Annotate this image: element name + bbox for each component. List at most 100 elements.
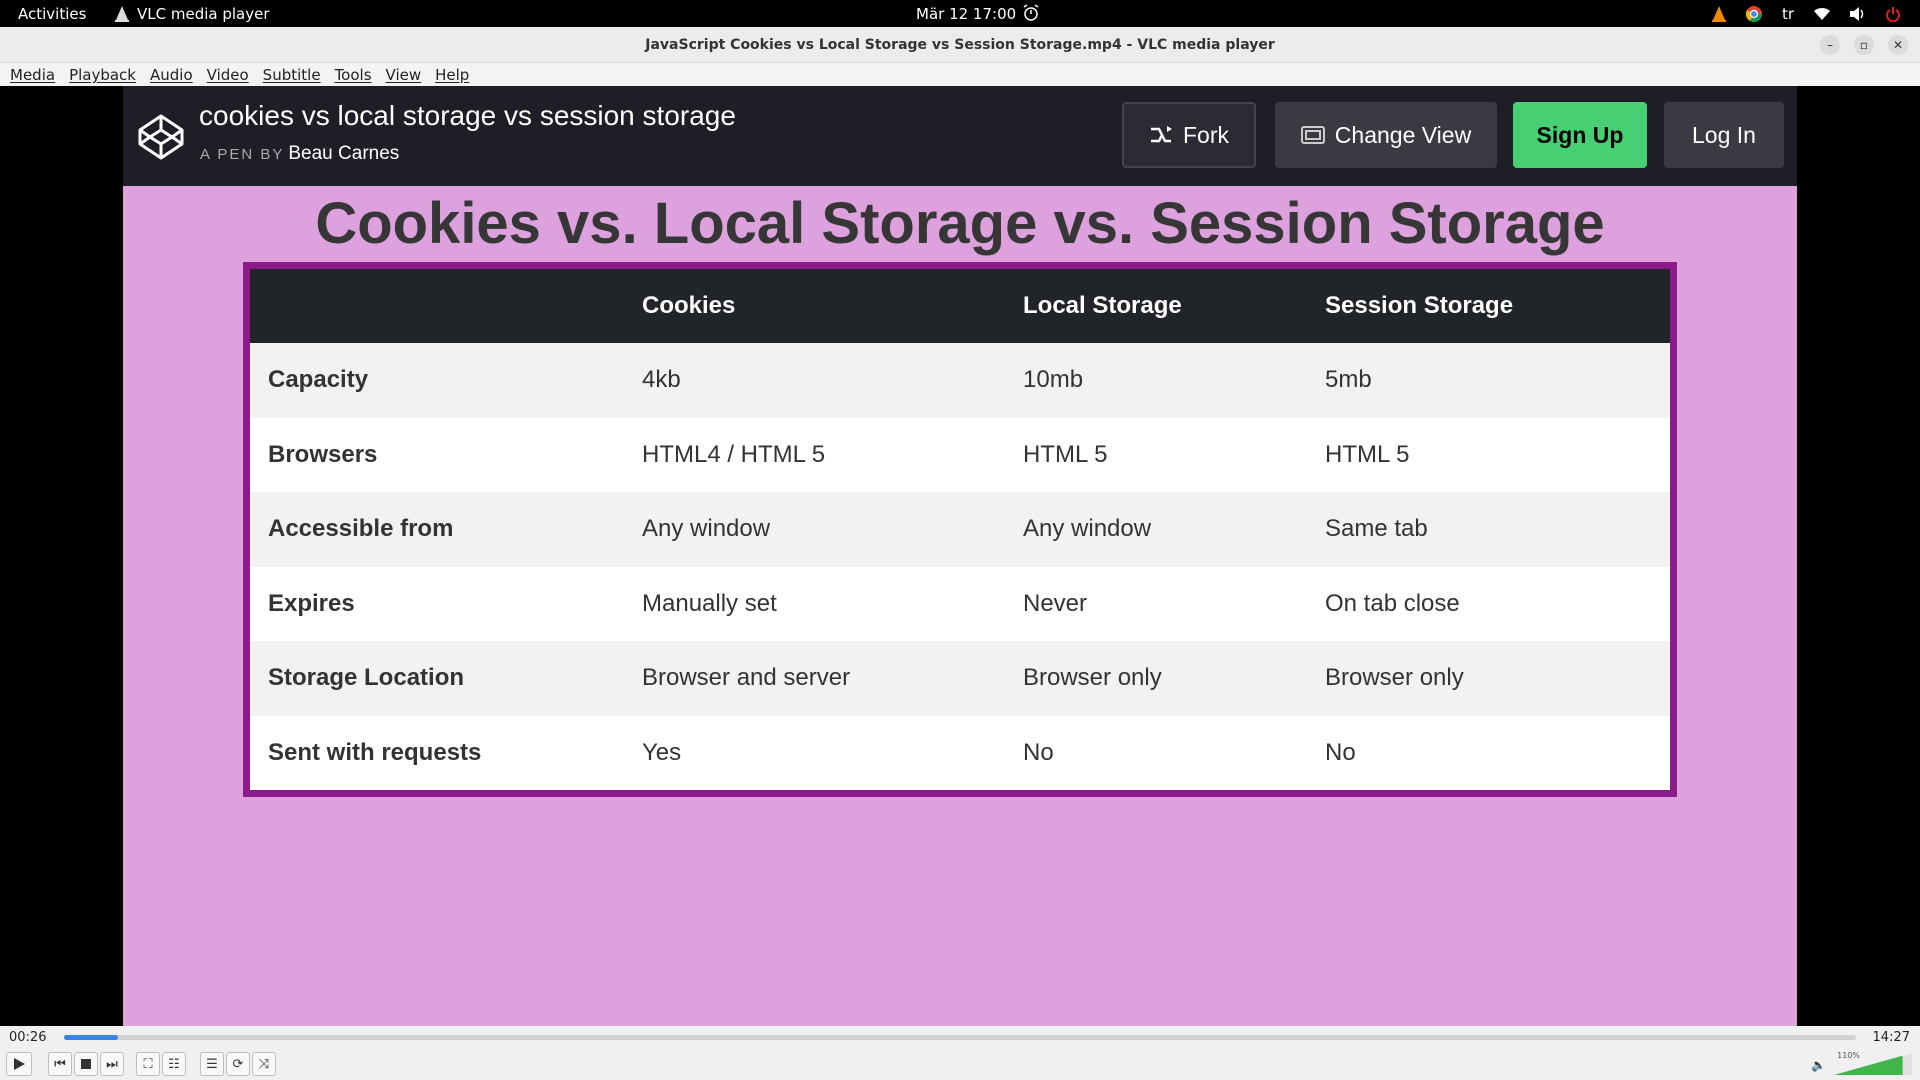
video-frame: cookies vs local storage vs session stor… [123,86,1797,1026]
menu-media[interactable]: Media [10,66,55,84]
by-label: A PEN BY [200,146,285,163]
fullscreen-button[interactable]: ⛶ [136,1052,160,1076]
change-view-icon [1300,126,1325,144]
video-area[interactable]: cookies vs local storage vs session stor… [0,86,1920,1026]
menu-subtitle[interactable]: Subtitle [263,66,321,84]
fork-button: Fork [1122,102,1256,168]
system-tray: tr [1711,3,1900,24]
table-cell: Manually set [642,589,777,617]
loop-icon: ⟳ [232,1056,244,1072]
table-row: Storage Location Browser and server Brow… [250,641,1670,716]
seek-progress [64,1035,118,1040]
keyboard-layout-indicator[interactable]: tr [1782,5,1794,23]
play-button[interactable] [6,1052,32,1076]
row-label: Browsers [268,440,378,468]
pen-author: Beau Carnes [288,143,400,164]
volume-slider[interactable] [1834,1053,1912,1075]
previous-button[interactable]: ⏮ [48,1052,72,1076]
table-cell: Never [1023,589,1088,617]
table-row: Browsers HTML4 / HTML 5 HTML 5 HTML 5 [250,417,1670,492]
row-label: Expires [268,589,355,617]
menu-video[interactable]: Video [207,66,249,84]
table-cell: Browser only [1325,664,1464,692]
table-header-cell: Local Storage [1023,292,1182,319]
table-cell: Yes [642,738,682,766]
window-controls: – ▫ ✕ [1820,35,1908,55]
seek-slider[interactable] [64,1035,1856,1040]
next-icon: ⏭ [106,1056,118,1072]
seek-bar-row: 00:26 14:27 [0,1026,1920,1048]
loop-button[interactable]: ⟳ [226,1052,250,1076]
close-icon[interactable]: ✕ [1888,35,1908,55]
window-title-bar: JavaScript Cookies vs Local Storage vs S… [0,27,1920,63]
playback-controls: ⏮ ⏭ ⛶ ☷ ☰ ⟳ ⤨ 🔈 110% [0,1048,1920,1080]
row-label: Storage Location [268,664,465,692]
row-label: Capacity [268,366,369,394]
table-cell: Browser only [1023,664,1162,692]
playlist-icon: ☰ [206,1056,218,1072]
next-button[interactable]: ⏭ [100,1052,124,1076]
playlist-button[interactable]: ☰ [200,1052,224,1076]
table-row: Sent with requests Yes No No [250,715,1670,790]
fork-label: Fork [1183,121,1229,148]
comparison-table: Cookies Local Storage Session Storage Ca… [243,262,1677,797]
table-cell: 5mb [1325,366,1372,394]
table-cell: HTML 5 [1325,440,1410,468]
shuffle-button[interactable]: ⤨ [252,1052,276,1076]
row-label: Sent with requests [268,738,482,766]
menu-audio[interactable]: Audio [150,66,193,84]
current-time[interactable]: 00:26 [9,1030,46,1045]
menu-playback[interactable]: Playback [69,66,136,84]
app-name: VLC media player [137,5,270,23]
maximize-icon[interactable]: ▫ [1854,35,1874,55]
table-cell: No [1325,738,1356,766]
table-row: Capacity 4kb 10mb 5mb [250,343,1670,418]
table-cell: Same tab [1325,515,1428,543]
stop-button[interactable] [74,1052,98,1076]
table-cell: No [1023,738,1054,766]
table-cell: Any window [1023,515,1152,543]
vlc-cone-icon [115,6,129,22]
play-icon [14,1058,25,1070]
change-view-button: Change View [1275,102,1497,168]
table-header-cell [250,269,624,343]
volume-icon[interactable] [1850,6,1866,21]
equalizer-icon: ☷ [168,1056,180,1072]
slide-heading: Cookies vs. Local Storage vs. Session St… [315,191,1605,256]
app-menu[interactable]: VLC media player [115,5,270,23]
menu-tools[interactable]: Tools [335,66,372,84]
log-in-button: Log In [1664,102,1784,168]
chrome-tray-icon[interactable] [1745,5,1762,22]
table-row: Accessible from Any window Any window Sa… [250,492,1670,567]
vlc-tray-icon[interactable] [1711,5,1726,22]
table-cell: 10mb [1023,366,1084,394]
stop-icon [81,1059,91,1069]
codepen-header: cookies vs local storage vs session stor… [123,86,1797,186]
row-label: Accessible from [268,515,454,543]
fullscreen-icon: ⛶ [143,1056,153,1072]
extended-settings-button[interactable]: ☷ [162,1052,186,1076]
speaker-icon[interactable]: 🔈 [1811,1058,1826,1072]
minimize-icon[interactable]: – [1820,35,1840,55]
pen-byline: A PEN BY Beau Carnes [200,143,399,165]
menu-bar: Media Playback Audio Video Subtitle Tool… [0,63,1920,86]
activities-button[interactable]: Activities [18,5,86,23]
sign-up-button: Sign Up [1513,102,1647,168]
menu-help[interactable]: Help [435,66,469,84]
menu-view[interactable]: View [386,66,422,84]
wifi-icon[interactable] [1814,7,1830,21]
table-cell: Browser and server [642,664,851,692]
table-header-row: Cookies Local Storage Session Storage [250,269,1670,343]
alarm-clock-icon [1023,4,1039,21]
table-row: Expires Manually set Never On tab close [250,566,1670,641]
total-time[interactable]: 14:27 [1873,1030,1910,1045]
table-header-cell: Session Storage [1325,292,1514,319]
table-cell: HTML 5 [1023,440,1108,468]
clock[interactable]: Mär 12 17:00 [916,5,1016,23]
fork-icon [1151,126,1172,143]
table-cell: HTML4 / HTML 5 [642,440,826,468]
codepen-logo-icon [138,114,184,160]
power-icon[interactable] [1886,6,1900,22]
window-title: JavaScript Cookies vs Local Storage vs S… [645,37,1275,53]
table-cell: Any window [642,515,771,543]
